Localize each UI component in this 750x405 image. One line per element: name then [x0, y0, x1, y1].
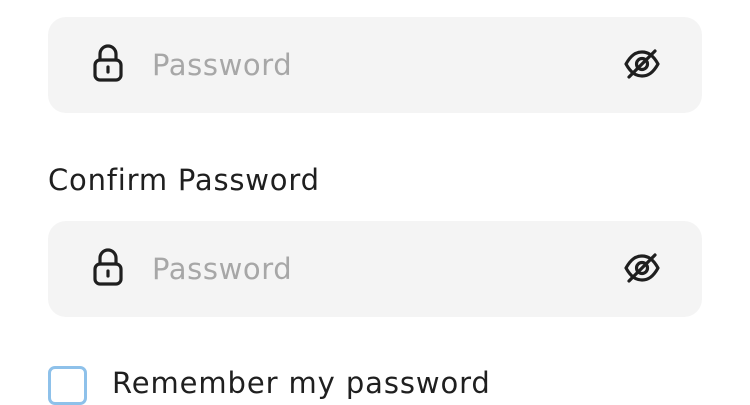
confirm-password-input[interactable] [152, 247, 592, 291]
eye-off-icon[interactable] [624, 252, 660, 284]
confirm-password-label: Confirm Password [48, 163, 320, 197]
lock-icon [92, 43, 124, 83]
lock-icon [92, 247, 124, 287]
remember-password-label[interactable]: Remember my password [112, 366, 491, 400]
remember-password-checkbox[interactable] [48, 366, 87, 405]
eye-off-icon[interactable] [624, 48, 660, 80]
password-input[interactable] [152, 43, 592, 87]
password-field[interactable] [48, 17, 702, 113]
confirm-password-field[interactable] [48, 221, 702, 317]
